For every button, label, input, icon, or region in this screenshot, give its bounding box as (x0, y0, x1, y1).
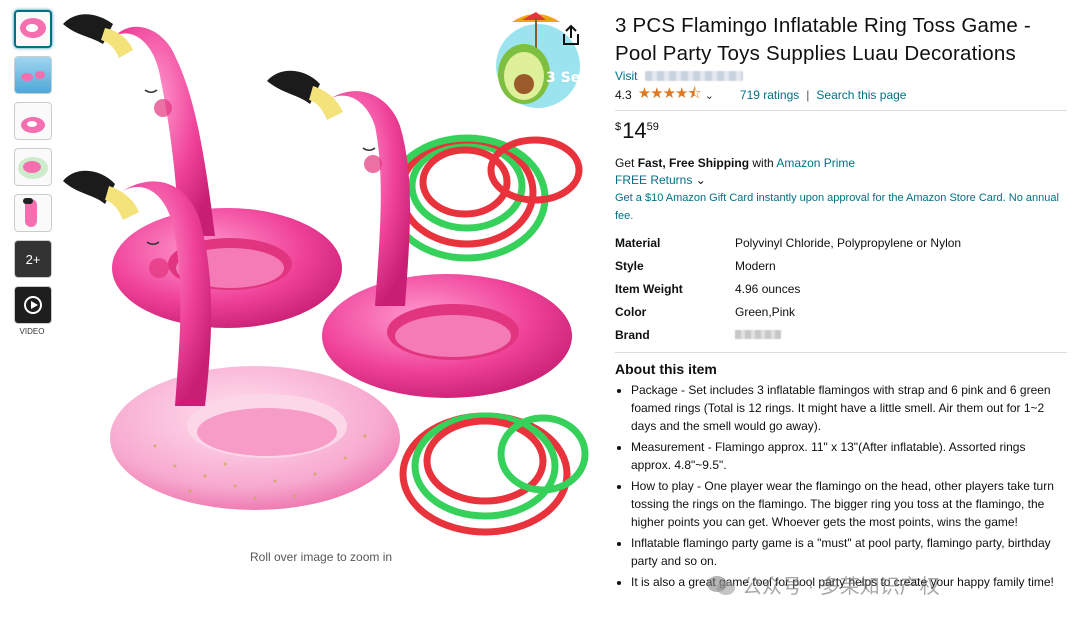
spec-value: Modern (735, 258, 776, 273)
watermark-text: 公众号 · 多茉知识产权 (742, 576, 940, 598)
product-title: 3 PCS Flamingo Inflatable Ring Toss Game… (615, 14, 1031, 65)
price-fraction: 59 (646, 121, 659, 133)
price-whole: 14 (622, 118, 647, 143)
rings-top-group (385, 134, 583, 262)
sticker-text: 3 Sets (546, 70, 592, 86)
share-icon[interactable] (558, 22, 584, 48)
spec-value: 4.96 ounces (735, 281, 801, 296)
rings-bottom-group (399, 412, 589, 536)
zoom-hint: Roll over image to zoom in (250, 550, 393, 564)
visit-prefix: Visit (615, 69, 638, 83)
play-icon (24, 296, 42, 314)
spec-key: Brand (615, 327, 650, 342)
spec-table: Material Polyvinyl Chloride, Polypropylen… (615, 231, 961, 346)
shipping-info: Get Fast, Free Shipping with Amazon Prim… (615, 155, 1067, 172)
divider (615, 352, 1067, 353)
redacted-brand (735, 329, 781, 339)
spec-row-weight: Item Weight 4.96 ounces (615, 277, 961, 300)
prime-link[interactable]: Amazon Prime (776, 156, 855, 170)
thumbnail-1[interactable] (14, 10, 52, 48)
about-bullets: Package - Set includes 3 inflatable flam… (615, 381, 1067, 591)
returns-label: FREE Returns (615, 173, 693, 187)
thumbnail-2[interactable] (14, 56, 52, 94)
spec-key: Material (615, 235, 661, 250)
spec-value-redacted (735, 323, 961, 346)
wechat-icon (707, 575, 735, 595)
spec-value: Green,Pink (735, 304, 796, 319)
shipping-prefix: Get (615, 156, 635, 170)
ratings-count-link[interactable]: 719 ratings (740, 88, 799, 102)
about-bullet: Inflatable flamingo party game is a "mus… (631, 534, 1067, 570)
spec-row-style: Style Modern (615, 254, 961, 277)
price: $ 14 59 (615, 117, 1067, 151)
rating-value: 4.3 (615, 88, 632, 102)
spec-row-color: Color Green,Pink (615, 300, 961, 323)
search-page-link[interactable]: Search this page (816, 88, 906, 102)
price-currency: $ (615, 121, 622, 133)
video-thumbnail[interactable] (14, 286, 52, 324)
spec-key: Item Weight (615, 281, 683, 296)
thumbnail-5[interactable] (14, 194, 52, 232)
about-title: About this item (615, 361, 717, 377)
watermark: 公众号 · 多茉知识产权 (706, 570, 940, 599)
spec-row-material: Material Polyvinyl Chloride, Polypropylen… (615, 231, 961, 254)
shipping-bold: Fast, Free Shipping (637, 156, 750, 170)
shipping-with: with (752, 156, 774, 170)
chevron-down-icon: ⌄ (695, 173, 706, 187)
spec-row-brand: Brand (615, 323, 961, 346)
about-bullet: Package - Set includes 3 inflatable flam… (631, 381, 1067, 435)
about-bullet: How to play - One player wear the flamin… (631, 477, 1067, 531)
chevron-down-icon[interactable]: ⌄ (705, 89, 714, 102)
more-count: 2+ (25, 251, 41, 267)
more-images-button[interactable]: 2+ (14, 240, 52, 278)
thumbnail-3[interactable] (14, 102, 52, 140)
spec-key: Style (615, 258, 644, 273)
thumbnail-strip: 2+ VIDEO (14, 10, 56, 336)
star-rating-icon[interactable]: ★★★★⯪ (638, 83, 702, 108)
divider (615, 110, 1067, 111)
gift-card-offer[interactable]: Get a $10 Amazon Gift Card instantly upo… (615, 189, 1067, 225)
about-bullet: Measurement - Flamingo approx. 11" x 13"… (631, 438, 1067, 474)
redacted-store-name (645, 71, 744, 81)
thumbnail-4[interactable] (14, 148, 52, 186)
video-label: VIDEO (19, 327, 45, 336)
spec-key: Color (615, 304, 647, 319)
product-details: 3 PCS Flamingo Inflatable Ring Toss Game… (615, 12, 1067, 594)
separator: | (806, 88, 810, 102)
rating-row: 4.3 ★★★★⯪ ⌄ 719 ratings | Search this pa… (615, 85, 1067, 104)
spec-value: Polyvinyl Chloride, Polypropylene or Nyl… (735, 235, 962, 250)
free-returns-link[interactable]: FREE Returns ⌄ (615, 172, 1067, 189)
